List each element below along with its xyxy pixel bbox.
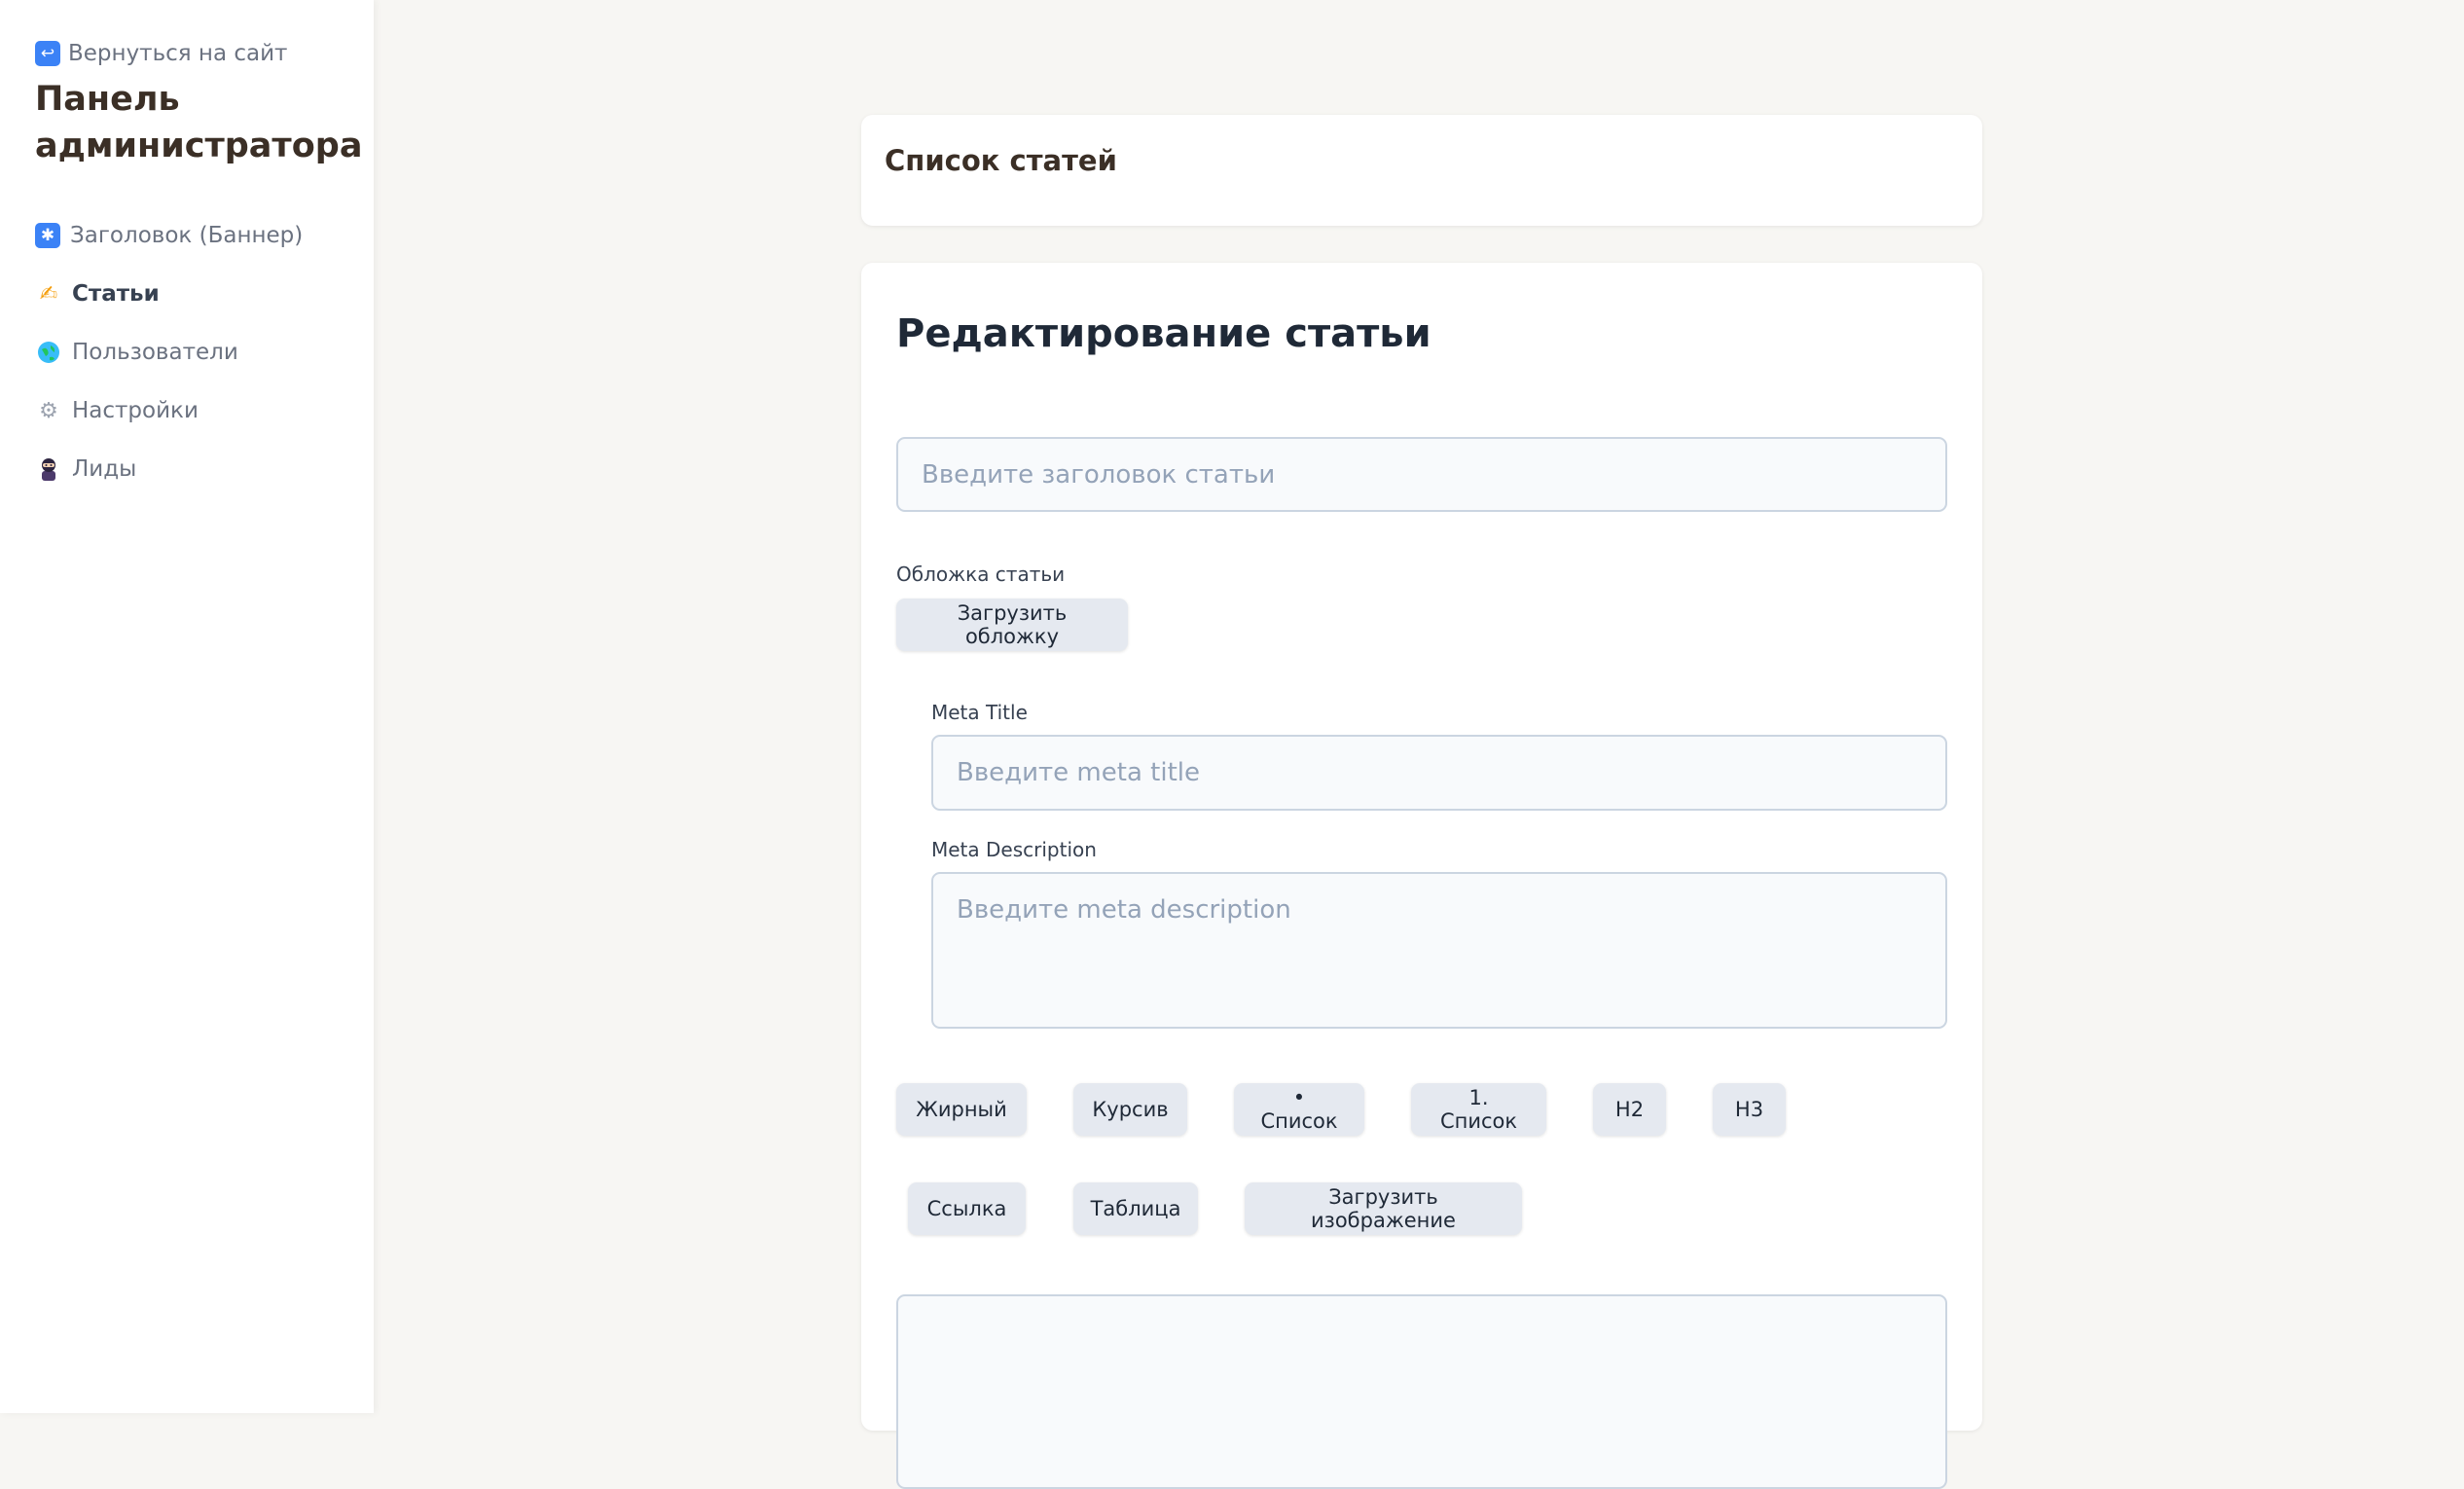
sidebar: ↩ Вернуться на сайт Панель администратор… [0, 0, 374, 1413]
h3-button[interactable]: H3 [1713, 1083, 1786, 1136]
meta-description-label: Meta Description [931, 838, 1097, 861]
sidebar-item-settings[interactable]: ⚙ Настройки [35, 381, 374, 440]
meta-title-input[interactable] [931, 735, 1947, 811]
meta-title-label: Meta Title [931, 701, 1028, 724]
back-link-label: Вернуться на сайт [68, 41, 288, 66]
sidebar-item-banner[interactable]: ✱ Заголовок (Баннер) [35, 206, 374, 265]
article-list-title: Список статей [885, 144, 1117, 177]
h2-button[interactable]: H2 [1593, 1083, 1666, 1136]
article-title-input[interactable] [896, 437, 1947, 512]
sidebar-item-label: Заголовок (Баннер) [70, 223, 304, 248]
italic-button[interactable]: Курсив [1073, 1083, 1187, 1136]
ninja-icon [35, 455, 62, 483]
sidebar-item-users[interactable]: Пользователи [35, 323, 374, 381]
cover-label: Обложка статьи [896, 563, 1066, 586]
link-button[interactable]: Ссылка [908, 1182, 1026, 1235]
bold-button[interactable]: Жирный [896, 1083, 1027, 1136]
bullet-list-button[interactable]: • Список [1234, 1083, 1364, 1136]
sidebar-nav: ✱ Заголовок (Баннер) ✍ Статьи Пользовате… [35, 206, 374, 498]
numbered-list-button[interactable]: 1. Список [1411, 1083, 1546, 1136]
return-arrow-icon: ↩ [35, 41, 60, 66]
sidebar-item-label: Настройки [72, 398, 199, 423]
sidebar-item-leads[interactable]: Лиды [35, 440, 374, 498]
table-button[interactable]: Таблица [1073, 1182, 1198, 1235]
globe-icon [35, 339, 62, 366]
sidebar-item-label: Лиды [72, 456, 137, 482]
back-to-site-link[interactable]: ↩ Вернуться на сайт [35, 37, 374, 70]
upload-image-button[interactable]: Загрузить изображение [1245, 1182, 1522, 1235]
writing-hand-icon: ✍ [39, 281, 58, 307]
admin-panel-title: Панель администратора [35, 80, 363, 165]
gear-icon: ⚙ [39, 398, 58, 423]
editor-title: Редактирование статьи [896, 311, 1431, 356]
meta-description-textarea[interactable] [931, 872, 1947, 1029]
sidebar-item-articles[interactable]: ✍ Статьи [35, 265, 374, 323]
upload-cover-button[interactable]: Загрузить обложку [896, 599, 1128, 651]
article-content-editor[interactable] [896, 1294, 1947, 1489]
article-list-card: Список статей [861, 115, 1982, 226]
asterisk-icon: ✱ [35, 223, 60, 248]
sidebar-item-label: Пользователи [72, 340, 238, 365]
sidebar-item-label: Статьи [72, 281, 160, 307]
